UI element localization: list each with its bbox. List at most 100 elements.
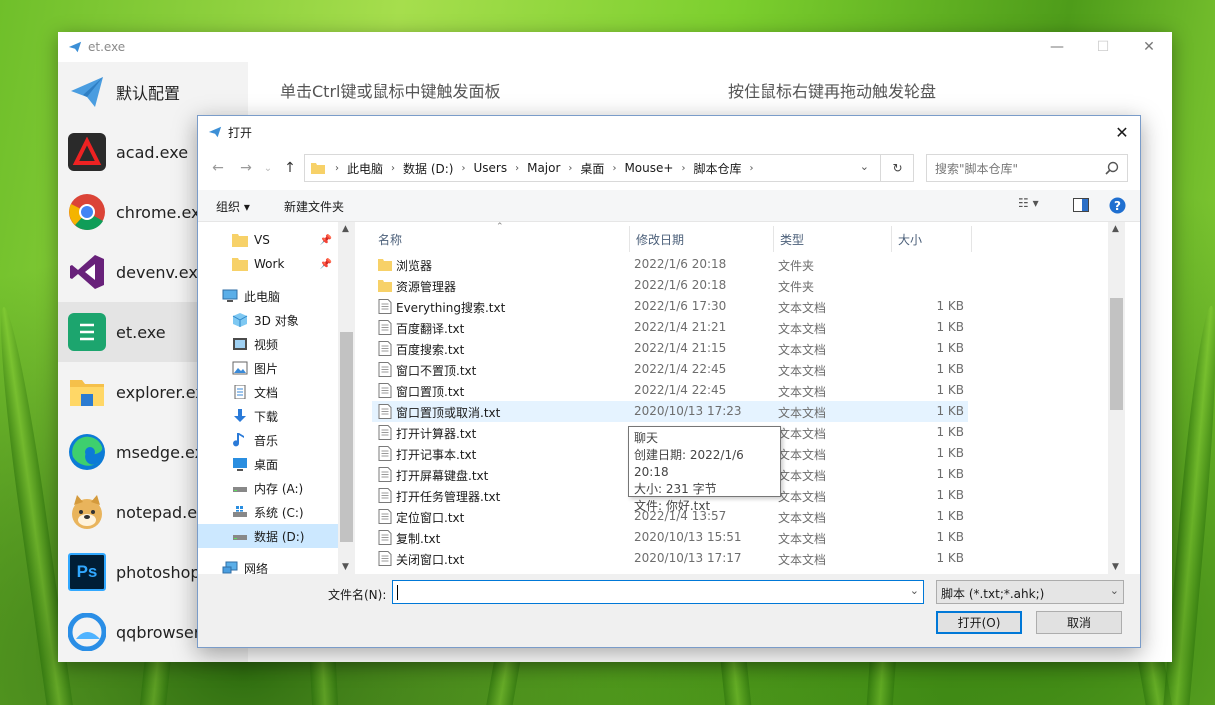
file-type-select[interactable]: 脚本 (*.txt;*.ahk;) ⌄ bbox=[936, 580, 1124, 604]
text-file-icon bbox=[378, 425, 392, 440]
sidebar-item-label: et.exe bbox=[116, 322, 166, 342]
filename-label: 文件名(N): bbox=[328, 588, 387, 602]
breadcrumb-item[interactable]: 桌面 bbox=[576, 160, 608, 177]
refresh-icon[interactable]: ↻ bbox=[880, 155, 914, 181]
scrollbar-thumb[interactable] bbox=[1110, 298, 1123, 410]
help-icon[interactable]: ? bbox=[1109, 197, 1126, 214]
column-header-size[interactable]: 大小 bbox=[892, 226, 972, 252]
file-size: 1 KB bbox=[936, 551, 964, 565]
file-row[interactable]: 窗口置顶或取消.txt 2020/10/13 17:23 文本文档 1 KB bbox=[372, 401, 968, 422]
dialog-close-button[interactable]: ✕ bbox=[1104, 116, 1140, 148]
nav-item-documents[interactable]: 文档 bbox=[198, 380, 338, 404]
file-date: 2022/1/6 20:18 bbox=[634, 257, 727, 271]
pin-icon[interactable]: 📌 bbox=[320, 259, 332, 270]
chevron-down-icon[interactable]: ⌄ bbox=[910, 584, 919, 597]
up-arrow-icon[interactable]: ↑ bbox=[280, 158, 300, 178]
nav-item-videos[interactable]: 视频 bbox=[198, 332, 338, 356]
file-name: 打开计算器.txt bbox=[396, 427, 477, 441]
view-options-icon[interactable]: ☷ ▾ bbox=[1018, 196, 1039, 210]
sidebar-item-label: 默认配置 bbox=[116, 84, 181, 103]
nav-item-drive-d[interactable]: 数据 (D:) bbox=[198, 524, 338, 548]
minimize-button[interactable]: — bbox=[1034, 32, 1080, 62]
breadcrumb-item[interactable]: Mouse+ bbox=[620, 161, 677, 175]
scroll-down-icon[interactable]: ▼ bbox=[1112, 562, 1119, 572]
nav-item-3d-objects[interactable]: 3D 对象 bbox=[198, 308, 338, 332]
file-type: 文本文档 bbox=[778, 448, 827, 462]
text-file-icon bbox=[378, 299, 392, 314]
scroll-up-icon[interactable]: ▲ bbox=[342, 224, 349, 234]
pin-icon[interactable]: 📌 bbox=[320, 235, 332, 246]
nav-item-drive-c[interactable]: 系统 (C:) bbox=[198, 500, 338, 524]
nav-item-pictures[interactable]: 图片 bbox=[198, 356, 338, 380]
file-date: 2020/10/13 17:23 bbox=[634, 404, 742, 418]
file-row[interactable]: 百度翻译.txt 2022/1/4 21:21 文本文档 1 KB bbox=[372, 317, 968, 338]
back-arrow-icon[interactable]: ← bbox=[208, 158, 228, 178]
pictures-icon bbox=[232, 361, 248, 375]
file-type: 文件夹 bbox=[778, 259, 815, 273]
scrollbar-thumb[interactable] bbox=[340, 332, 353, 542]
navigation-pane: VS 📌 Work 📌 此电脑 3D 对象 视频 图片 文档 下载 音乐 桌面 … bbox=[198, 222, 356, 576]
chevron-right-icon: › bbox=[612, 162, 617, 174]
file-date: 2022/1/4 22:45 bbox=[634, 362, 727, 376]
text-file-icon bbox=[378, 383, 392, 398]
column-header-date[interactable]: 修改日期 bbox=[630, 226, 774, 252]
breadcrumb-item[interactable]: 数据 (D:) bbox=[399, 160, 457, 177]
open-button[interactable]: 打开(O) bbox=[936, 611, 1022, 634]
breadcrumb-item[interactable]: 脚本仓库 bbox=[689, 160, 745, 177]
et-icon bbox=[68, 313, 106, 351]
nav-item-work[interactable]: Work 📌 bbox=[198, 252, 338, 276]
nav-item-label: 数据 (D:) bbox=[254, 529, 305, 544]
column-header-type[interactable]: 类型 bbox=[774, 226, 892, 252]
computer-icon bbox=[222, 289, 238, 302]
file-size: 1 KB bbox=[936, 509, 964, 523]
file-row[interactable]: 浏览器 2022/1/6 20:18 文件夹 bbox=[372, 254, 968, 275]
hint-left: 单击Ctrl键或鼠标中键触发面板 bbox=[280, 82, 501, 101]
file-row[interactable]: 窗口置顶.txt 2022/1/4 22:45 文本文档 1 KB bbox=[372, 380, 968, 401]
close-button[interactable]: ✕ bbox=[1126, 32, 1172, 62]
scroll-down-icon[interactable]: ▼ bbox=[342, 562, 349, 572]
recent-dropdown-icon[interactable]: ⌄ bbox=[258, 158, 278, 178]
new-folder-button[interactable]: 新建文件夹 bbox=[284, 198, 344, 215]
paper-plane-icon bbox=[68, 73, 106, 111]
file-row[interactable]: 百度搜索.txt 2022/1/4 21:15 文本文档 1 KB bbox=[372, 338, 968, 359]
tooltip-line: 聊天 bbox=[634, 431, 659, 445]
organize-button[interactable]: 组织 ▾ bbox=[216, 198, 250, 215]
address-bar[interactable]: › 此电脑 › 数据 (D:) › Users › Major › 桌面 › M… bbox=[304, 154, 914, 182]
file-row[interactable]: Everything搜索.txt 2022/1/6 17:30 文本文档 1 KB bbox=[372, 296, 968, 317]
breadcrumb-item[interactable]: Users bbox=[469, 161, 511, 175]
visual-studio-icon bbox=[68, 253, 106, 291]
preview-pane-icon[interactable] bbox=[1073, 198, 1089, 212]
breadcrumb-item[interactable]: Major bbox=[523, 161, 564, 175]
chevron-down-icon[interactable]: ⌄ bbox=[860, 160, 869, 173]
nav-item-downloads[interactable]: 下载 bbox=[198, 404, 338, 428]
maximize-button[interactable]: ☐ bbox=[1080, 32, 1126, 62]
nav-item-desktop[interactable]: 桌面 bbox=[198, 452, 338, 476]
forward-arrow-icon[interactable]: → bbox=[236, 158, 256, 178]
scroll-up-icon[interactable]: ▲ bbox=[1112, 224, 1119, 234]
nav-item-drive-a[interactable]: 内存 (A:) bbox=[198, 476, 338, 500]
nav-scrollbar[interactable]: ▲ ▼ bbox=[338, 222, 355, 574]
column-header-name[interactable]: 名称 bbox=[372, 226, 630, 252]
nav-item-music[interactable]: 音乐 bbox=[198, 428, 338, 452]
file-type: 文本文档 bbox=[778, 553, 827, 567]
photoshop-icon: Ps bbox=[68, 553, 106, 591]
file-row[interactable]: 窗口不置顶.txt 2022/1/4 22:45 文本文档 1 KB bbox=[372, 359, 968, 380]
filename-input[interactable]: ⌄ bbox=[392, 580, 924, 604]
search-input[interactable]: 搜索"脚本仓库" bbox=[926, 154, 1128, 182]
file-list-scrollbar[interactable]: ▲ ▼ bbox=[1108, 222, 1125, 574]
text-file-icon bbox=[378, 362, 392, 377]
file-row[interactable]: 资源管理器 2022/1/6 20:18 文件夹 bbox=[372, 275, 968, 296]
file-date: 2022/1/4 21:15 bbox=[634, 341, 727, 355]
breadcrumb-item[interactable]: 此电脑 bbox=[343, 160, 387, 177]
sidebar-item-default[interactable]: 默认配置 bbox=[58, 62, 248, 122]
chevron-down-icon[interactable]: ⌄ bbox=[1110, 584, 1119, 597]
file-row[interactable]: 复制.txt 2020/10/13 15:51 文本文档 1 KB bbox=[372, 527, 968, 548]
nav-item-this-pc[interactable]: 此电脑 bbox=[198, 284, 338, 308]
chevron-right-icon: › bbox=[391, 162, 396, 174]
cancel-button[interactable]: 取消 bbox=[1036, 611, 1122, 634]
file-row[interactable]: 关闭窗口.txt 2020/10/13 17:17 文本文档 1 KB bbox=[372, 548, 968, 569]
nav-item-label: 音乐 bbox=[254, 433, 279, 448]
nav-item-label: 桌面 bbox=[254, 457, 279, 472]
nav-item-label: 视频 bbox=[254, 337, 279, 352]
nav-item-vs[interactable]: VS 📌 bbox=[198, 228, 338, 252]
